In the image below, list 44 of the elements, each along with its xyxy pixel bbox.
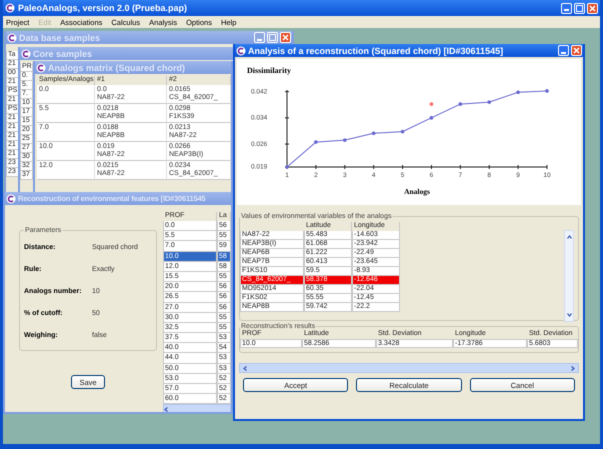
close-icon xyxy=(282,34,289,41)
app-icon xyxy=(6,194,16,204)
close-icon xyxy=(589,4,596,12)
window-title: PaleoAnalogs, version 2.0 (Prueba.pap) xyxy=(18,3,188,13)
vertical-scrollbar[interactable] xyxy=(564,230,574,322)
data-point xyxy=(314,140,318,144)
window-title: Analogs matrix (Squared chord) xyxy=(48,62,186,72)
app-icon xyxy=(5,3,15,13)
app-icon xyxy=(21,48,31,58)
scroll-up-icon xyxy=(566,235,572,240)
maximize-button[interactable] xyxy=(574,2,585,14)
close-button[interactable] xyxy=(587,2,598,14)
data-point xyxy=(342,138,347,142)
horizontal-scrollbar[interactable] xyxy=(239,363,579,373)
data-point xyxy=(285,165,289,169)
maximize-icon xyxy=(576,4,583,12)
minimize-button[interactable] xyxy=(558,45,569,56)
minimize-button[interactable] xyxy=(254,32,265,43)
maximize-button[interactable] xyxy=(267,32,278,43)
scroll-right-icon xyxy=(570,366,575,370)
window-title: Data base samples xyxy=(19,32,100,42)
scroll-left-icon xyxy=(164,406,169,412)
chart-title: Dissimilarity xyxy=(247,66,291,75)
data-point xyxy=(487,100,492,104)
data-point xyxy=(516,90,520,94)
data-point xyxy=(545,89,549,93)
data-point xyxy=(430,116,434,120)
app-icon xyxy=(7,32,17,42)
data-point xyxy=(458,102,462,106)
maximize-icon xyxy=(269,34,276,41)
scroll-down-icon xyxy=(566,312,572,317)
app-icon xyxy=(36,62,46,72)
close-icon xyxy=(573,47,580,54)
horizontal-scrollbar[interactable] xyxy=(163,404,231,412)
window-title: Core samples xyxy=(33,48,92,58)
data-point xyxy=(372,131,376,136)
minimize-button[interactable] xyxy=(561,2,572,14)
data-point xyxy=(430,102,434,106)
scroll-left-icon xyxy=(243,366,248,370)
close-button[interactable] xyxy=(571,45,582,56)
app-icon xyxy=(236,46,246,56)
data-point xyxy=(400,130,404,134)
window-title: Analysis of a reconstruction (Squared chord) [ID#30611545] xyxy=(248,46,504,56)
close-button[interactable] xyxy=(280,32,291,43)
